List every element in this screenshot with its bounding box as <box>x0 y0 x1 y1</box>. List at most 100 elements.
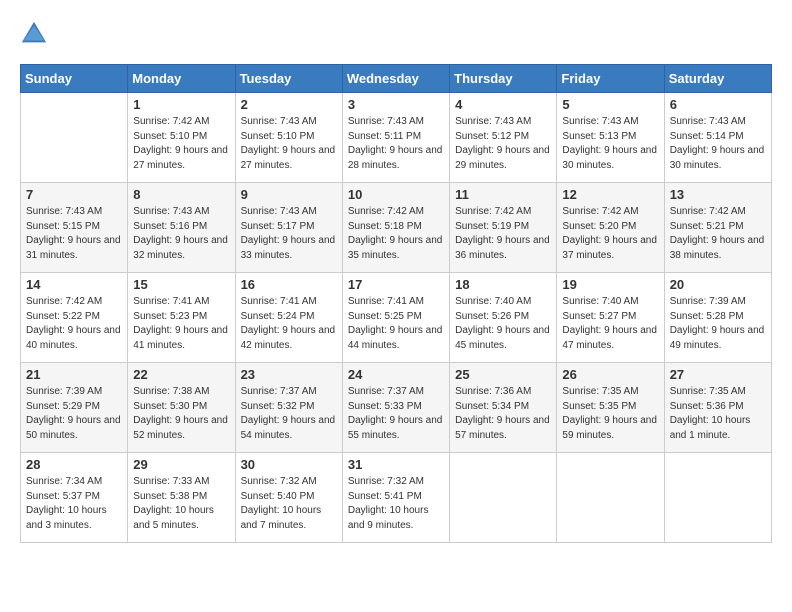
cell-info: Sunrise: 7:41 AMSunset: 5:23 PMDaylight:… <box>133 295 229 353</box>
calendar-cell: 7Sunrise: 7:43 AMSunset: 5:15 PMDaylight… <box>21 183 128 273</box>
day-number: 31 <box>348 457 444 472</box>
day-number: 14 <box>26 277 122 292</box>
cell-info: Sunrise: 7:39 AMSunset: 5:28 PMDaylight:… <box>670 295 766 353</box>
page-header <box>20 20 772 48</box>
cell-info: Sunrise: 7:32 AMSunset: 5:40 PMDaylight:… <box>241 475 337 533</box>
cell-info: Sunrise: 7:42 AMSunset: 5:18 PMDaylight:… <box>348 205 444 263</box>
calendar-cell <box>664 453 771 543</box>
cell-info: Sunrise: 7:40 AMSunset: 5:27 PMDaylight:… <box>562 295 658 353</box>
day-number: 9 <box>241 187 337 202</box>
cell-info: Sunrise: 7:43 AMSunset: 5:12 PMDaylight:… <box>455 115 551 173</box>
calendar-cell: 29Sunrise: 7:33 AMSunset: 5:38 PMDayligh… <box>128 453 235 543</box>
calendar-cell: 25 Sunrise: 7:36 AMSunset: 5:34 PMDayligh… <box>450 363 557 453</box>
calendar-cell: 30Sunrise: 7:32 AMSunset: 5:40 PMDayligh… <box>235 453 342 543</box>
weekday-header-friday: Friday <box>557 65 664 93</box>
cell-info: Sunrise: 7:43 AMSunset: 5:11 PMDaylight:… <box>348 115 444 173</box>
cell-info: Sunrise: 7:41 AMSunset: 5:24 PMDaylight:… <box>241 295 337 353</box>
day-number: 23 <box>241 367 337 382</box>
calendar-week-row: 21 Sunrise: 7:39 AMSunset: 5:29 PMDayligh… <box>21 363 772 453</box>
calendar-week-row: 28 Sunrise: 7:34 AMSunset: 5:37 PMDayligh… <box>21 453 772 543</box>
cell-info: Sunrise: 7:43 AMSunset: 5:17 PMDaylight:… <box>241 205 337 263</box>
calendar-cell <box>557 453 664 543</box>
cell-info: Sunrise: 7:42 AMSunset: 5:21 PMDaylight:… <box>670 205 766 263</box>
day-number: 13 <box>670 187 766 202</box>
day-number: 15 <box>133 277 229 292</box>
day-number: 21 <box>26 367 122 382</box>
cell-info: Sunrise: 7:35 AMSunset: 5:35 PMDaylight:… <box>562 385 658 443</box>
day-number: 11 <box>455 187 551 202</box>
calendar-cell: 19 Sunrise: 7:40 AMSunset: 5:27 PMDayligh… <box>557 273 664 363</box>
weekday-header-monday: Monday <box>128 65 235 93</box>
weekday-header-row: SundayMondayTuesdayWednesdayThursdayFrid… <box>21 65 772 93</box>
cell-info: Sunrise: 7:35 AMSunset: 5:36 PMDaylight:… <box>670 385 766 443</box>
day-number: 17 <box>348 277 444 292</box>
day-number: 5 <box>562 97 658 112</box>
day-number: 2 <box>241 97 337 112</box>
calendar-cell <box>21 93 128 183</box>
day-number: 7 <box>26 187 122 202</box>
calendar-cell: 12Sunrise: 7:42 AMSunset: 5:20 PMDayligh… <box>557 183 664 273</box>
calendar-cell: 2 Sunrise: 7:43 AMSunset: 5:10 PMDaylight… <box>235 93 342 183</box>
calendar-cell: 16Sunrise: 7:41 AMSunset: 5:24 PMDayligh… <box>235 273 342 363</box>
day-number: 27 <box>670 367 766 382</box>
calendar-cell: 11 Sunrise: 7:42 AMSunset: 5:19 PMDayligh… <box>450 183 557 273</box>
day-number: 8 <box>133 187 229 202</box>
logo-icon <box>20 20 48 48</box>
day-number: 19 <box>562 277 658 292</box>
calendar-cell: 22Sunrise: 7:38 AMSunset: 5:30 PMDayligh… <box>128 363 235 453</box>
weekday-header-saturday: Saturday <box>664 65 771 93</box>
cell-info: Sunrise: 7:37 AMSunset: 5:33 PMDaylight:… <box>348 385 444 443</box>
cell-info: Sunrise: 7:43 AMSunset: 5:16 PMDaylight:… <box>133 205 229 263</box>
weekday-header-sunday: Sunday <box>21 65 128 93</box>
cell-info: Sunrise: 7:40 AMSunset: 5:26 PMDaylight:… <box>455 295 551 353</box>
cell-info: Sunrise: 7:43 AMSunset: 5:13 PMDaylight:… <box>562 115 658 173</box>
calendar-cell: 27 Sunrise: 7:35 AMSunset: 5:36 PMDayligh… <box>664 363 771 453</box>
day-number: 3 <box>348 97 444 112</box>
day-number: 6 <box>670 97 766 112</box>
calendar-cell: 8 Sunrise: 7:43 AMSunset: 5:16 PMDaylight… <box>128 183 235 273</box>
calendar-week-row: 14 Sunrise: 7:42 AMSunset: 5:22 PMDayligh… <box>21 273 772 363</box>
day-number: 24 <box>348 367 444 382</box>
calendar-cell: 9 Sunrise: 7:43 AMSunset: 5:17 PMDaylight… <box>235 183 342 273</box>
cell-info: Sunrise: 7:42 AMSunset: 5:19 PMDaylight:… <box>455 205 551 263</box>
cell-info: Sunrise: 7:43 AMSunset: 5:14 PMDaylight:… <box>670 115 766 173</box>
calendar-cell: 26 Sunrise: 7:35 AMSunset: 5:35 PMDayligh… <box>557 363 664 453</box>
day-number: 28 <box>26 457 122 472</box>
calendar-cell: 3 Sunrise: 7:43 AMSunset: 5:11 PMDaylight… <box>342 93 449 183</box>
day-number: 20 <box>670 277 766 292</box>
cell-info: Sunrise: 7:41 AMSunset: 5:25 PMDaylight:… <box>348 295 444 353</box>
cell-info: Sunrise: 7:42 AMSunset: 5:22 PMDaylight:… <box>26 295 122 353</box>
calendar-cell: 21 Sunrise: 7:39 AMSunset: 5:29 PMDayligh… <box>21 363 128 453</box>
weekday-header-thursday: Thursday <box>450 65 557 93</box>
day-number: 22 <box>133 367 229 382</box>
cell-info: Sunrise: 7:32 AMSunset: 5:41 PMDaylight:… <box>348 475 444 533</box>
calendar-cell: 6 Sunrise: 7:43 AMSunset: 5:14 PMDaylight… <box>664 93 771 183</box>
calendar-week-row: 1Sunrise: 7:42 AMSunset: 5:10 PMDaylight… <box>21 93 772 183</box>
calendar-cell: 31 Sunrise: 7:32 AMSunset: 5:41 PMDayligh… <box>342 453 449 543</box>
calendar-cell: 14 Sunrise: 7:42 AMSunset: 5:22 PMDayligh… <box>21 273 128 363</box>
calendar-cell: 23Sunrise: 7:37 AMSunset: 5:32 PMDayligh… <box>235 363 342 453</box>
day-number: 4 <box>455 97 551 112</box>
day-number: 26 <box>562 367 658 382</box>
calendar-header: SundayMondayTuesdayWednesdayThursdayFrid… <box>21 65 772 93</box>
calendar-cell: 13 Sunrise: 7:42 AMSunset: 5:21 PMDayligh… <box>664 183 771 273</box>
calendar-cell: 18 Sunrise: 7:40 AMSunset: 5:26 PMDayligh… <box>450 273 557 363</box>
cell-info: Sunrise: 7:39 AMSunset: 5:29 PMDaylight:… <box>26 385 122 443</box>
calendar-cell: 5 Sunrise: 7:43 AMSunset: 5:13 PMDaylight… <box>557 93 664 183</box>
cell-info: Sunrise: 7:43 AMSunset: 5:10 PMDaylight:… <box>241 115 337 173</box>
day-number: 18 <box>455 277 551 292</box>
calendar-week-row: 7Sunrise: 7:43 AMSunset: 5:15 PMDaylight… <box>21 183 772 273</box>
calendar-cell: 15 Sunrise: 7:41 AMSunset: 5:23 PMDayligh… <box>128 273 235 363</box>
cell-info: Sunrise: 7:34 AMSunset: 5:37 PMDaylight:… <box>26 475 122 533</box>
day-number: 10 <box>348 187 444 202</box>
cell-info: Sunrise: 7:36 AMSunset: 5:34 PMDaylight:… <box>455 385 551 443</box>
day-number: 29 <box>133 457 229 472</box>
calendar-cell: 10 Sunrise: 7:42 AMSunset: 5:18 PMDayligh… <box>342 183 449 273</box>
weekday-header-tuesday: Tuesday <box>235 65 342 93</box>
calendar-cell: 1Sunrise: 7:42 AMSunset: 5:10 PMDaylight… <box>128 93 235 183</box>
calendar-body: 1Sunrise: 7:42 AMSunset: 5:10 PMDaylight… <box>21 93 772 543</box>
logo <box>20 20 52 48</box>
day-number: 25 <box>455 367 551 382</box>
cell-info: Sunrise: 7:42 AMSunset: 5:10 PMDaylight:… <box>133 115 229 173</box>
cell-info: Sunrise: 7:42 AMSunset: 5:20 PMDaylight:… <box>562 205 658 263</box>
